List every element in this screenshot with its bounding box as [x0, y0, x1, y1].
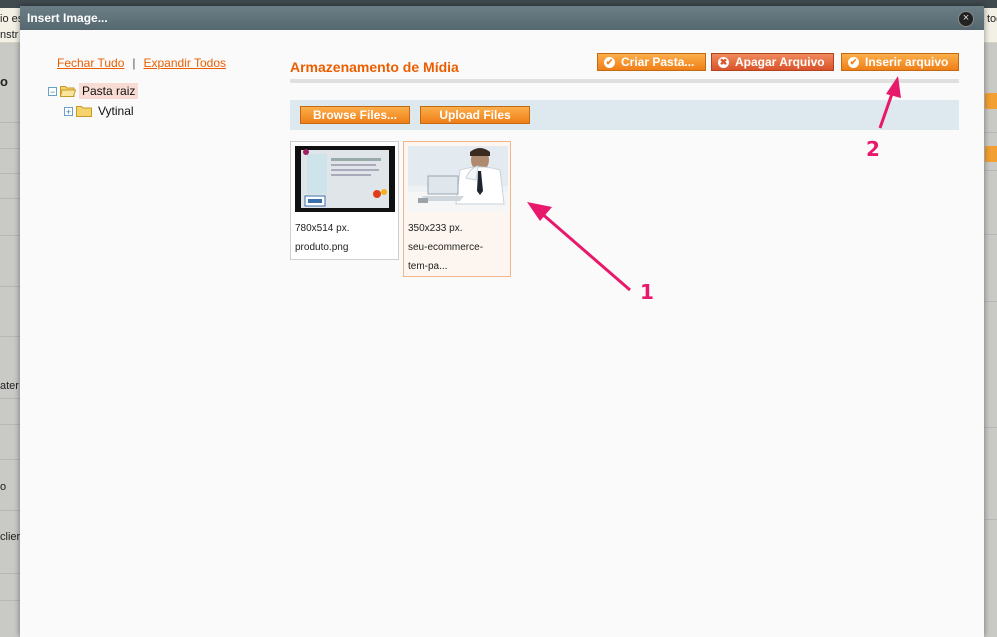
- annotation-overlay: [527, 76, 901, 292]
- annotation-label-1: 1: [640, 280, 654, 304]
- arrow-annotation-1: [527, 202, 631, 292]
- arrow-annotation-2: [878, 76, 901, 129]
- annotation-label-2: 2: [866, 137, 880, 161]
